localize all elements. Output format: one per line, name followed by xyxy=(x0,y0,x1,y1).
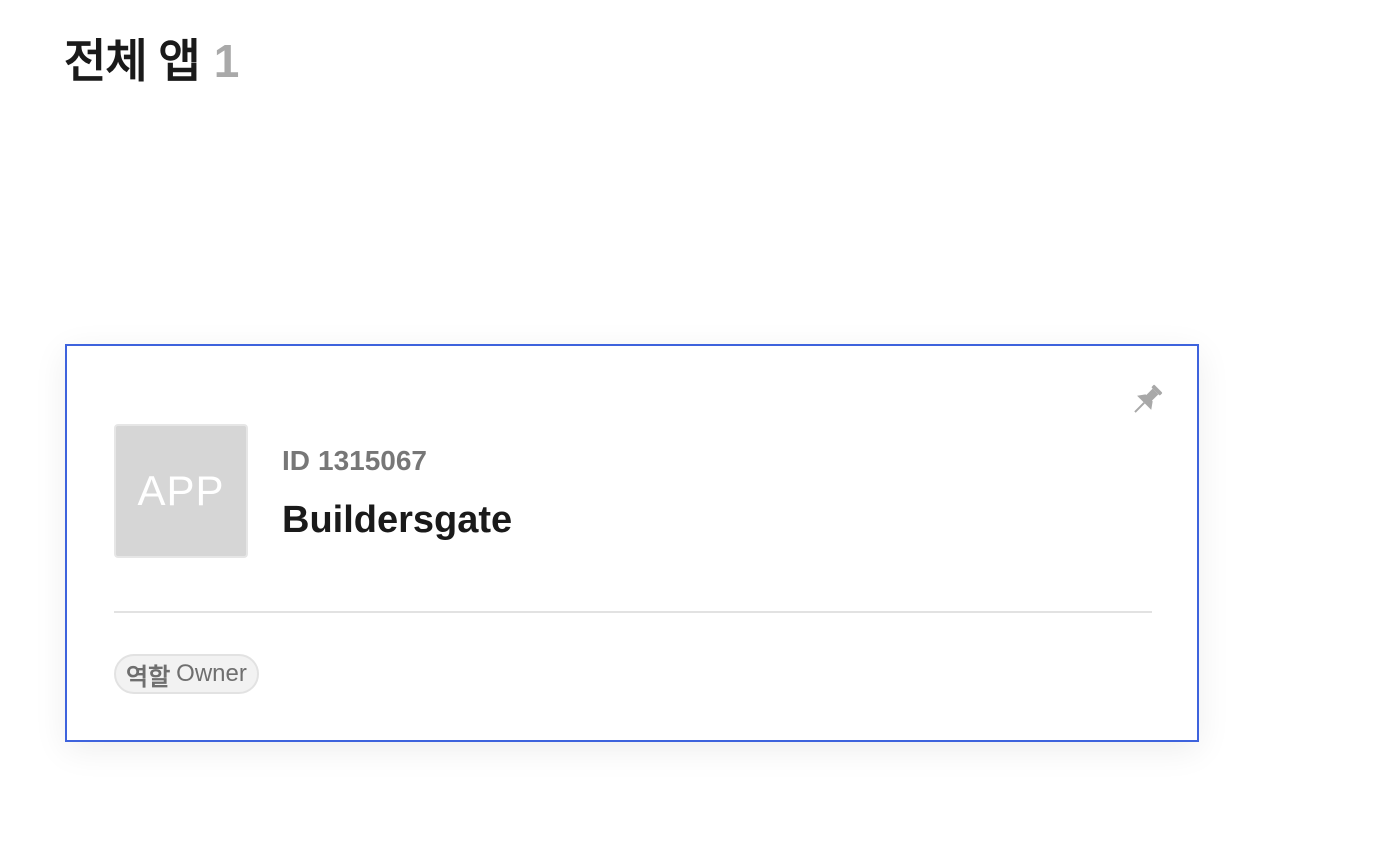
pin-button[interactable] xyxy=(1127,380,1167,420)
app-thumbnail-text: APP xyxy=(137,467,225,514)
app-id: ID 1315067 xyxy=(282,444,512,478)
page-title: 전체 앱 xyxy=(64,35,201,87)
role-label: 역할 xyxy=(126,663,171,691)
app-thumbnail: APP xyxy=(114,424,248,558)
app-card[interactable]: APP ID 1315067 Buildersgate 역할 Owner xyxy=(65,344,1199,742)
page-header: 전체 앱 1 xyxy=(64,34,239,89)
card-divider xyxy=(114,611,1152,613)
app-info: ID 1315067 Buildersgate xyxy=(282,444,512,543)
pin-icon xyxy=(1134,384,1163,413)
app-id-label: ID xyxy=(282,445,310,476)
app-id-value: 1315067 xyxy=(318,445,428,476)
role-value: Owner xyxy=(176,660,247,687)
app-name: Buildersgate xyxy=(282,498,513,541)
app-count: 1 xyxy=(213,35,240,87)
role-badge: 역할 Owner xyxy=(114,654,259,694)
